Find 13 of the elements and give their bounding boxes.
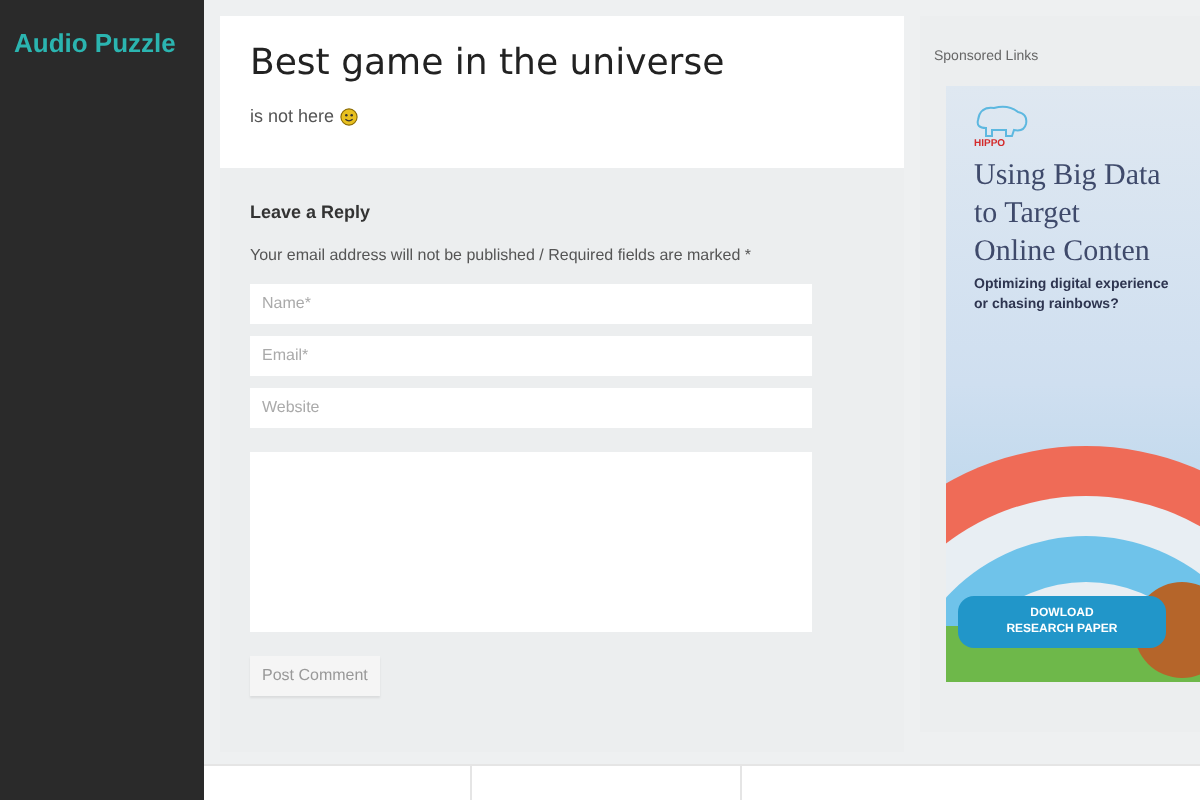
text-field[interactable]: Email* <box>250 335 812 375</box>
site-title[interactable]: Audio Puzzle <box>14 24 176 63</box>
ad-headline: to Target <box>974 196 1080 234</box>
reply-heading: Leave a Reply <box>250 200 371 226</box>
reply-note: Your email address will not be published / Required fields are marked * <box>250 243 752 267</box>
post-text: is not here <box>250 104 335 130</box>
ad-headline: Using Big Data <box>974 158 1161 196</box>
post-title: Best game in the universe <box>250 40 725 88</box>
ad-headline: Online Conten <box>974 234 1150 272</box>
smiley-icon <box>340 108 359 127</box>
hippo-logo-icon <box>974 101 1030 137</box>
text-field[interactable]: Name* <box>250 283 812 323</box>
text-field[interactable]: Website <box>250 387 812 427</box>
